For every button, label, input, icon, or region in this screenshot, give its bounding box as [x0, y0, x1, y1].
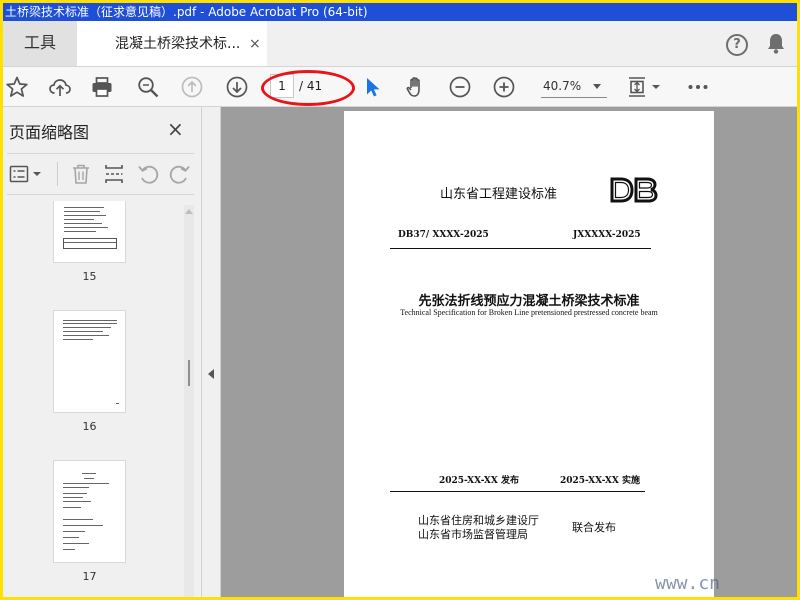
star-icon[interactable]: [5, 75, 29, 99]
doc-department: 山东省市场监督管理局: [418, 528, 528, 541]
doc-title-cn: 先张法折线预应力混凝土桥梁技术标准: [418, 294, 640, 309]
doc-record-code: JXXXXX-2025: [573, 230, 641, 240]
scrollbar-thumb[interactable]: [188, 360, 190, 386]
thumbnail-label: 17: [82, 570, 97, 583]
select-cursor-icon[interactable]: [361, 75, 385, 99]
zoom-out-icon[interactable]: [448, 75, 472, 99]
help-icon[interactable]: ?: [726, 34, 748, 56]
close-tab-icon[interactable]: ×: [249, 21, 261, 67]
panel-title: 页面缩略图: [9, 123, 90, 142]
document-page: 山东省工程建设标准 DB37/ XXXX-2025 JXXXXX-2025 先张…: [344, 111, 714, 597]
thumbnail-label: 16: [82, 420, 97, 433]
doc-standard-code: DB37/ XXXX-2025: [398, 230, 489, 240]
tab-document-label: 混凝土桥梁技术标...: [115, 36, 241, 52]
page-thumbnails-panel: 页面缩略图 × 15 16 17: [3, 107, 200, 597]
page-up-icon[interactable]: [180, 75, 204, 99]
collapse-panel-icon[interactable]: [208, 369, 214, 379]
rotate-left-icon[interactable]: [137, 163, 159, 185]
page-thumbnail[interactable]: [53, 201, 126, 263]
doc-issuer: 山东省工程建设标准: [440, 187, 558, 202]
highlight-annotation: [261, 70, 355, 106]
app-window: 土桥梁技术标准（征求意见稿）.pdf - Adobe Acrobat Pro (…: [3, 3, 797, 597]
panel-toolbar: [7, 153, 194, 195]
doc-implement-date: 2025-XX-XX 实施: [560, 476, 640, 486]
zoom-level-value: 40.7%: [543, 79, 582, 93]
thumbnail-scrollbar[interactable]: [184, 205, 194, 597]
page-thumbnail[interactable]: [53, 310, 126, 413]
tab-document[interactable]: 混凝土桥梁技术标... ×: [77, 21, 267, 66]
bell-icon[interactable]: [766, 32, 786, 58]
doc-divider: [390, 248, 651, 249]
document-viewport[interactable]: 山东省工程建设标准 DB37/ XXXX-2025 JXXXXX-2025 先张…: [221, 107, 797, 597]
thumbnail-list: 15 16 17: [3, 201, 183, 597]
page-down-icon[interactable]: [225, 75, 249, 99]
toolbar-divider: [57, 162, 58, 186]
page-thumbnail[interactable]: [53, 460, 126, 563]
fit-page-icon[interactable]: [627, 75, 663, 99]
more-icon[interactable]: [686, 75, 710, 99]
doc-issue-date: 2025-XX-XX 发布: [439, 476, 519, 486]
rotate-right-icon[interactable]: [169, 163, 191, 185]
doc-joint-release: 联合发布: [572, 521, 616, 534]
thumbnail-options-icon[interactable]: [9, 163, 43, 185]
upload-icon[interactable]: [48, 75, 72, 99]
window-title-bar: 土桥梁技术标准（征求意见稿）.pdf - Adobe Acrobat Pro (…: [3, 3, 797, 21]
scroll-up-icon[interactable]: [185, 209, 193, 214]
doc-divider: [390, 491, 645, 492]
trash-icon[interactable]: [70, 163, 92, 185]
zoom-in-icon[interactable]: [492, 75, 516, 99]
print-icon[interactable]: [90, 75, 114, 99]
chevron-down-icon: [593, 84, 601, 89]
main-toolbar: 1 / 41 40.7%: [3, 67, 797, 107]
close-panel-icon[interactable]: ×: [167, 117, 184, 141]
zoom-level-select[interactable]: 40.7%: [541, 75, 607, 98]
thumbnail-label: 15: [82, 270, 97, 283]
zoom-search-icon[interactable]: [136, 75, 160, 99]
watermark-url: www.cn: [655, 573, 721, 594]
hand-tool-icon[interactable]: [404, 75, 428, 99]
tab-tools[interactable]: 工具: [3, 21, 77, 66]
tab-bar: 工具 混凝土桥梁技术标... × ?: [3, 21, 797, 67]
doc-title-en: Technical Specification for Broken Line …: [400, 308, 658, 317]
panel-splitter[interactable]: [201, 107, 221, 597]
insert-page-icon[interactable]: [103, 163, 125, 185]
db-logo: [610, 177, 658, 207]
